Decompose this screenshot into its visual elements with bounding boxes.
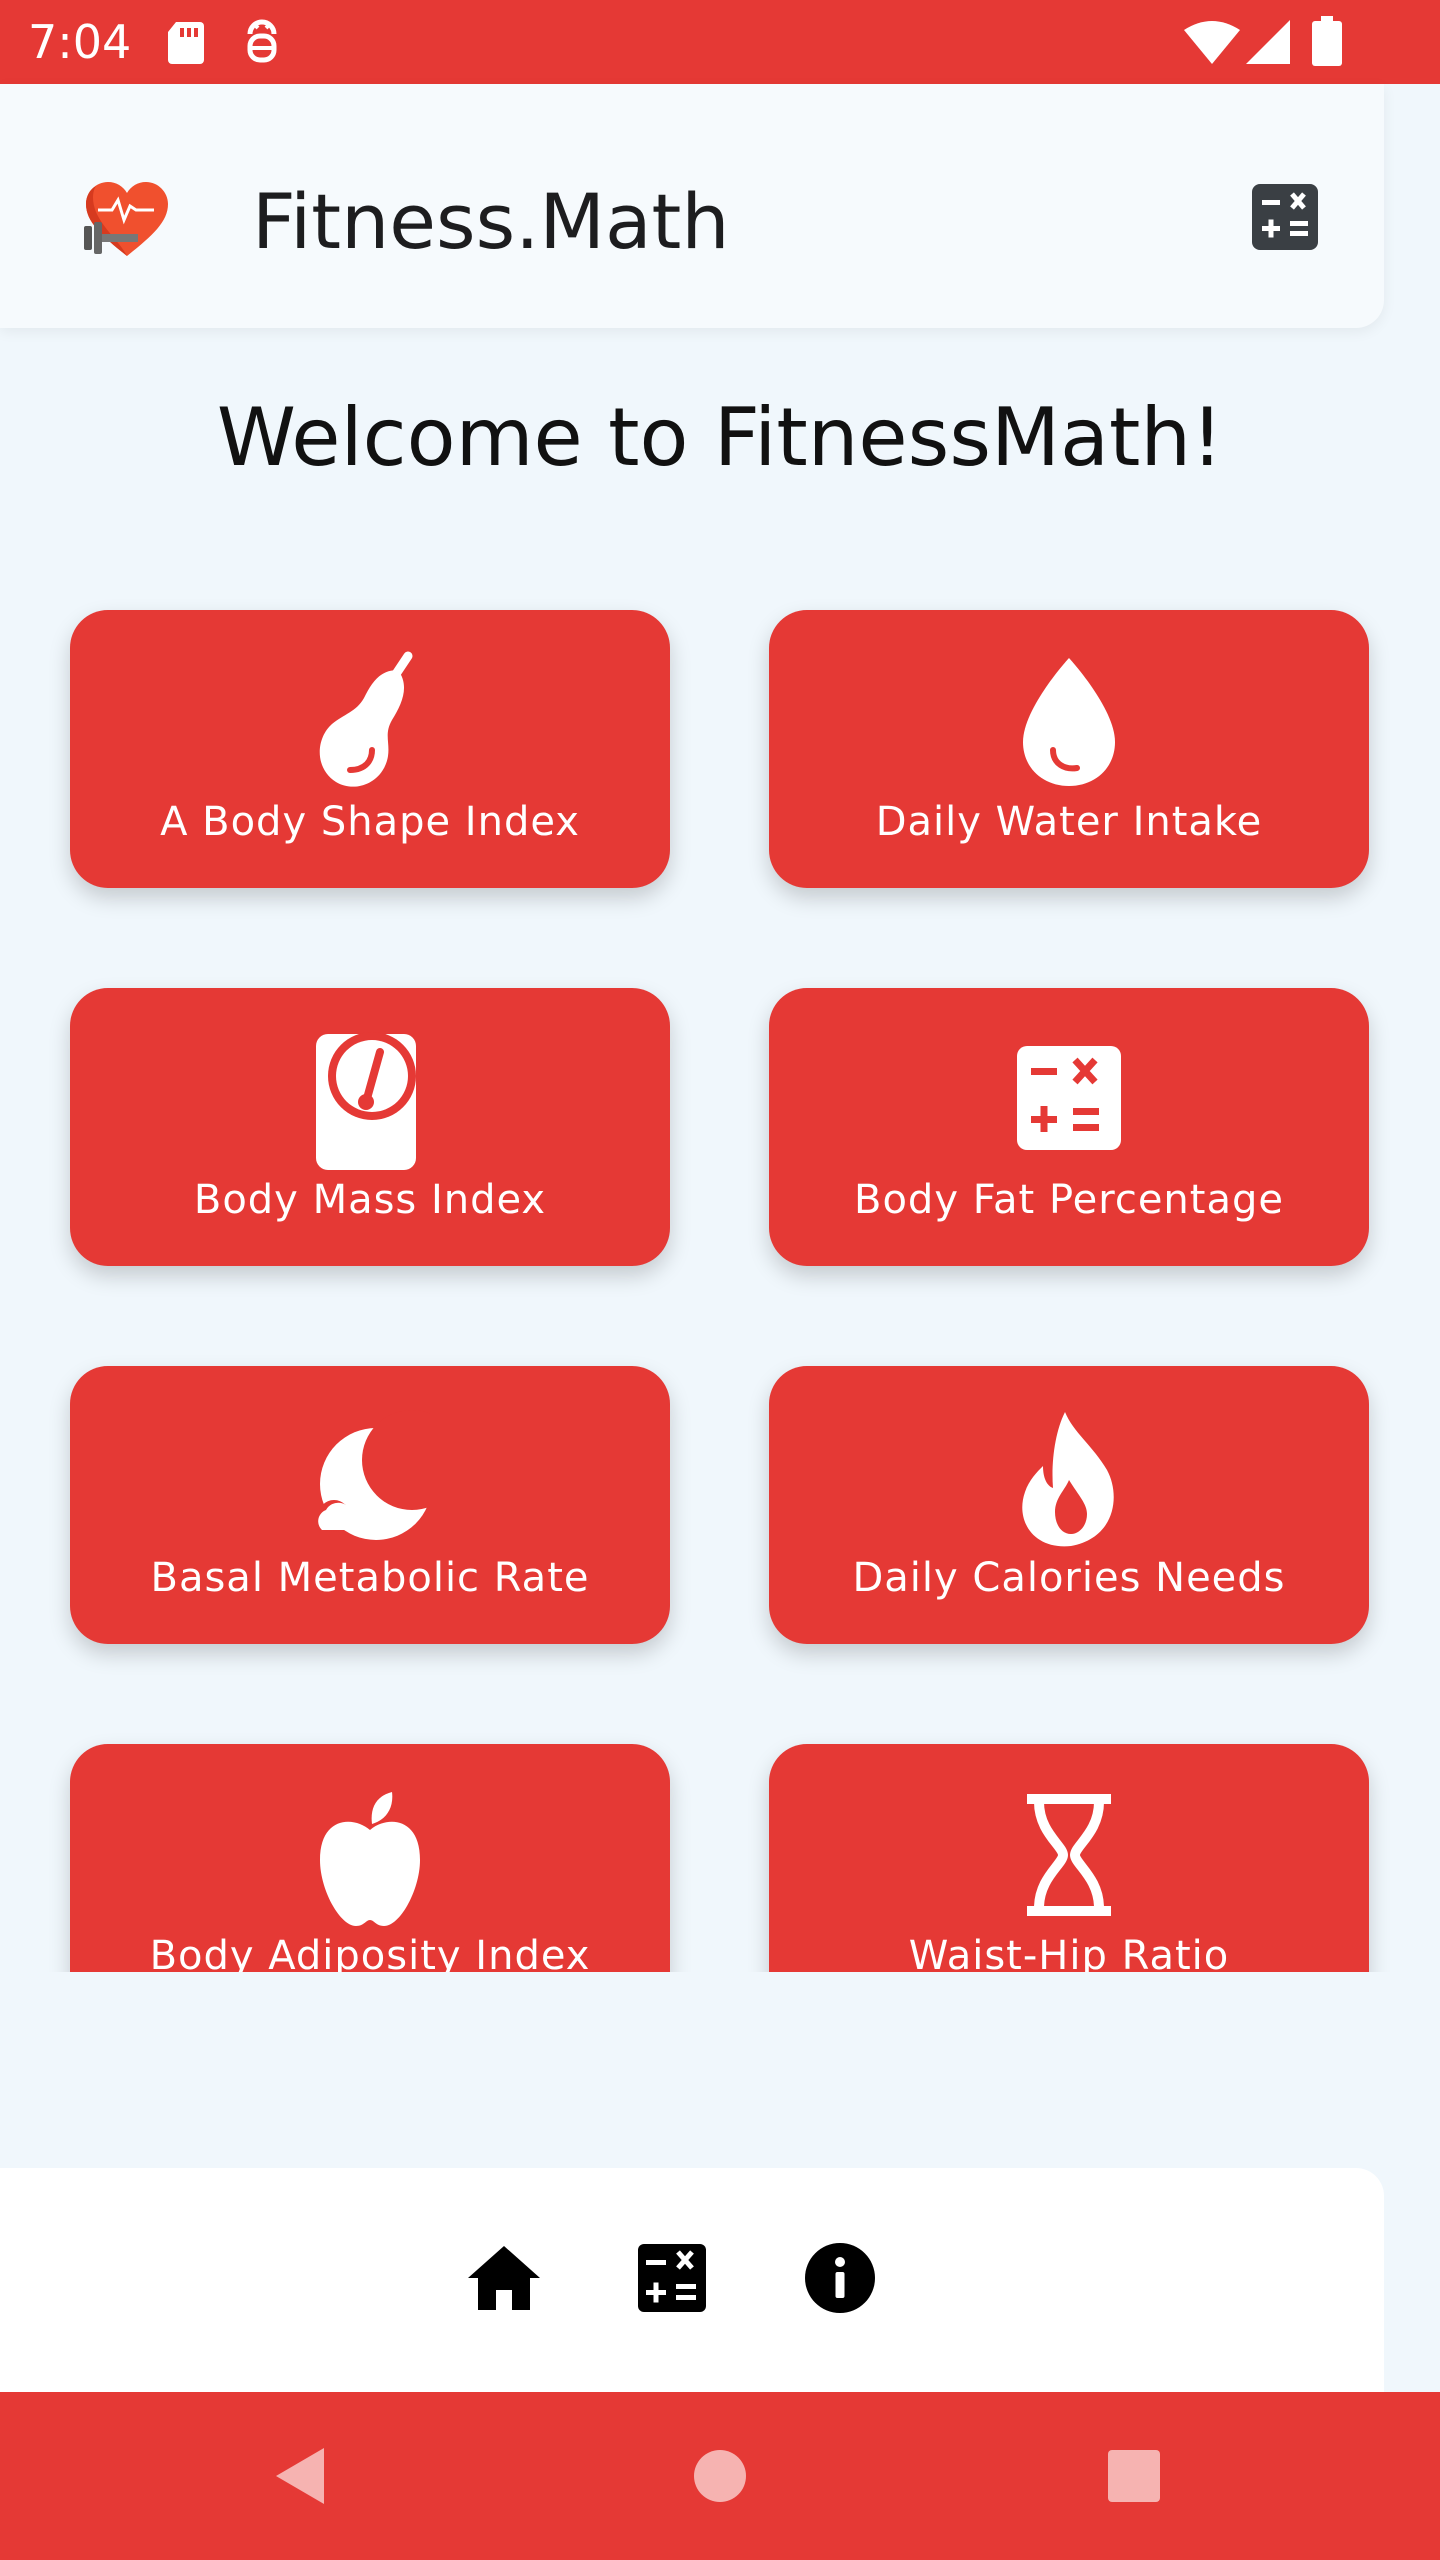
status-time: 7:04 xyxy=(28,15,132,69)
moon-cloud-icon xyxy=(318,1410,430,1540)
tile-body-fat-percentage[interactable]: Body Fat Percentage xyxy=(769,988,1369,1266)
tile-waist-hip-ratio[interactable]: Waist-Hip Ratio xyxy=(769,1744,1369,1972)
flame-icon xyxy=(1022,1412,1114,1547)
hourglass-icon xyxy=(1027,1794,1111,1916)
status-bar: 7:04 xyxy=(0,0,1440,84)
calculator-icon[interactable] xyxy=(632,2238,712,2318)
sd-card-icon xyxy=(168,22,204,64)
tile-label: Body Fat Percentage xyxy=(854,1177,1284,1223)
signal-icon xyxy=(1246,20,1290,64)
system-nav-bar xyxy=(0,2392,1440,2560)
back-icon[interactable] xyxy=(272,2444,328,2508)
heart-dumbbell-logo xyxy=(84,182,168,256)
tile-basal-metabolic-rate[interactable]: Basal Metabolic Rate xyxy=(70,1366,670,1644)
welcome-heading: Welcome to FitnessMath! xyxy=(216,391,1224,484)
tile-label: Body Adiposity Index xyxy=(149,1933,591,1972)
tile-label: Waist-Hip Ratio xyxy=(908,1933,1230,1972)
app-title: Fitness.Math xyxy=(252,177,730,266)
tile-body-mass-index[interactable]: Body Mass Index xyxy=(70,988,670,1266)
home-icon[interactable] xyxy=(464,2238,544,2318)
tile-label: Basal Metabolic Rate xyxy=(150,1555,590,1601)
battery-icon xyxy=(1312,16,1342,66)
debug-icon xyxy=(247,19,277,63)
tile-label: A Body Shape Index xyxy=(160,799,580,845)
info-icon[interactable] xyxy=(800,2238,880,2318)
tile-body-shape-index[interactable]: A Body Shape Index xyxy=(70,610,670,888)
tile-daily-calories-needs[interactable]: Daily Calories Needs xyxy=(769,1366,1369,1644)
tile-label: Daily Water Intake xyxy=(875,799,1263,845)
bottom-nav xyxy=(0,2168,1384,2392)
calculator-icon xyxy=(1017,1046,1121,1150)
water-drop-icon xyxy=(1023,658,1115,786)
calculator-grid: A Body Shape Index Daily Water Intake Bo… xyxy=(0,560,1440,1972)
tile-label: Body Mass Index xyxy=(193,1177,547,1223)
tile-daily-water-intake[interactable]: Daily Water Intake xyxy=(769,610,1369,888)
app-bar: Fitness.Math xyxy=(0,84,1384,328)
scale-icon xyxy=(316,1032,416,1170)
tile-label: Daily Calories Needs xyxy=(852,1555,1286,1601)
calculator-icon[interactable] xyxy=(1252,184,1318,250)
tile-body-adiposity-index[interactable]: Body Adiposity Index xyxy=(70,1744,670,1972)
recents-icon[interactable] xyxy=(1106,2448,1162,2504)
apple-icon xyxy=(320,1792,420,1926)
home-circle-icon[interactable] xyxy=(692,2448,748,2504)
pear-icon xyxy=(319,651,413,787)
wifi-icon xyxy=(1184,21,1240,64)
